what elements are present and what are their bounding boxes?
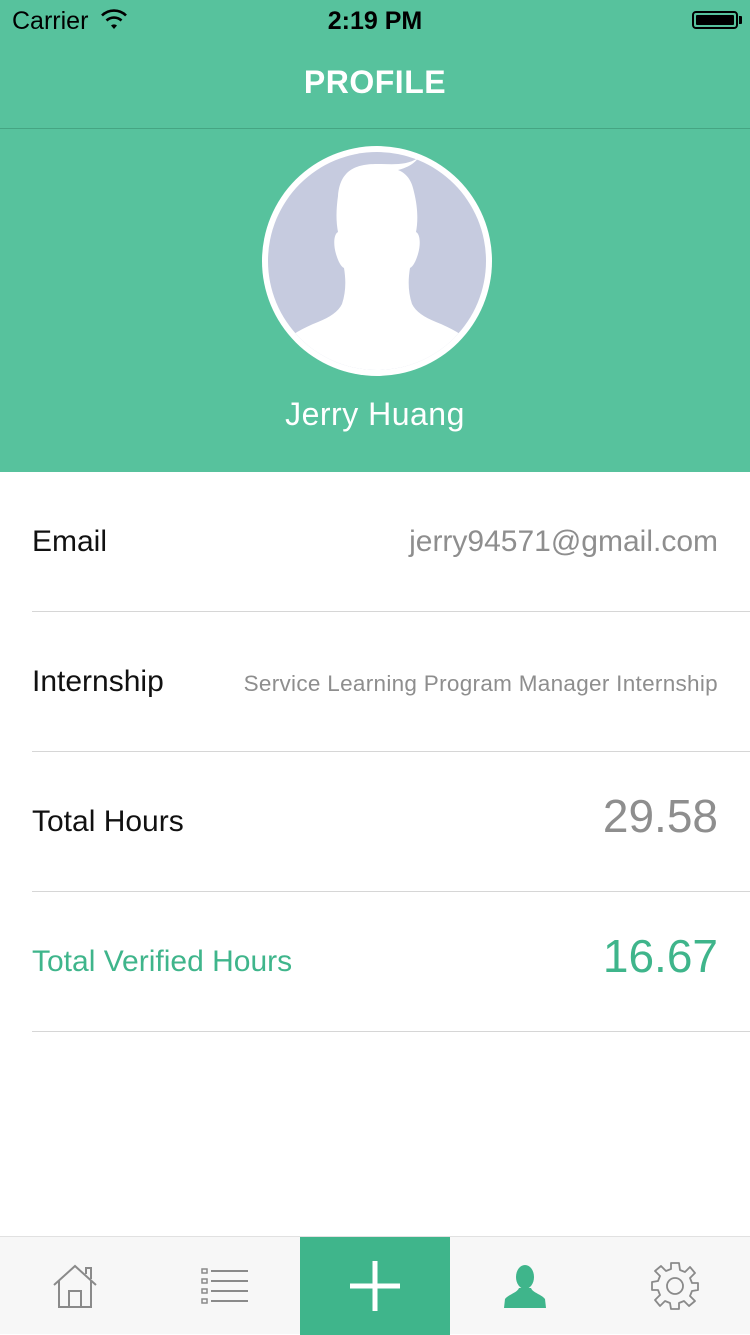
gear-icon [651,1262,699,1310]
verified-hours-value: 16.67 [602,929,718,982]
status-bar: Carrier 2:19 PM [0,0,750,40]
list-icon [201,1268,248,1304]
battery-tip [739,16,742,24]
email-row: Email jerry94571@gmail.com [32,472,750,612]
internship-row: Internship Service Learning Program Mana… [32,612,750,752]
avatar-placeholder-icon [268,152,486,370]
status-time: 2:19 PM [327,7,423,35]
nav-divider [0,128,750,129]
total-hours-value: 29.58 [602,789,718,842]
email-label: Email [32,524,108,558]
email-value: jerry94571@gmail.com [409,524,718,558]
profile-header: Carrier 2:19 PM PROFILE Jerry Huang [0,0,750,472]
add-entry-button[interactable] [300,1237,450,1335]
tab-home[interactable] [0,1237,150,1335]
tab-settings[interactable] [600,1237,750,1335]
tab-list[interactable] [150,1237,300,1335]
tab-bar [0,1236,750,1335]
home-icon [53,1264,97,1308]
total-hours-label: Total Hours [32,804,184,838]
avatar[interactable] [262,146,492,376]
battery-icon [692,11,738,29]
person-icon [504,1265,546,1308]
internship-label: Internship [32,664,164,698]
verified-hours-row: Total Verified Hours 16.67 [32,892,750,1032]
page-title: PROFILE [303,64,447,100]
plus-icon [350,1261,400,1311]
profile-name: Jerry Huang [285,396,465,432]
internship-value: Service Learning Program Manager Interns… [243,671,718,697]
verified-hours-label: Total Verified Hours [32,944,293,978]
total-hours-row: Total Hours 29.58 [32,752,750,892]
tab-profile[interactable] [450,1237,600,1335]
